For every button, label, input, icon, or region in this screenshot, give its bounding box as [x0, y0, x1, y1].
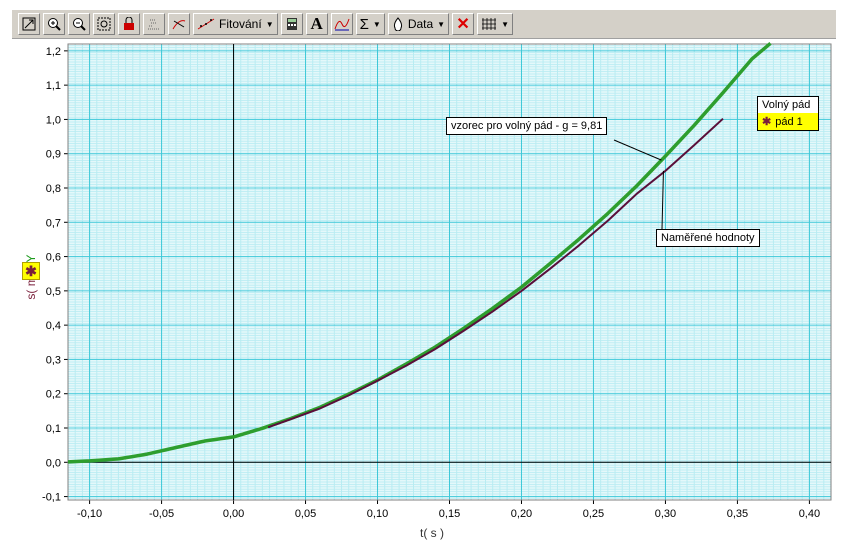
- x-tick-label: -0,05: [149, 508, 174, 520]
- x-tick-label: 0,05: [295, 508, 316, 520]
- y-tick-label: 1,1: [46, 80, 61, 92]
- x-tick-label: 0,00: [223, 508, 244, 520]
- y-tick-label: 0,8: [46, 183, 61, 195]
- y-tick-label: 0,4: [46, 320, 61, 332]
- x-tick-label: 0,15: [439, 508, 460, 520]
- x-tick-label: 0,25: [583, 508, 604, 520]
- asterisk-icon: ✱: [762, 116, 772, 128]
- y-tick-label: 0,9: [46, 149, 61, 161]
- y-tick-label: 0,1: [46, 423, 61, 435]
- model-callout[interactable]: vzorec pro volný pád - g = 9,81: [446, 117, 608, 135]
- x-axis-label: t( s ): [420, 526, 444, 540]
- y-tick-label: 0,5: [46, 286, 61, 298]
- x-tick-label: 0,30: [655, 508, 676, 520]
- legend-title: Volný pád: [762, 99, 811, 111]
- legend-item[interactable]: ✱ pád 1: [758, 113, 818, 130]
- y-tick-label: 0,7: [46, 217, 61, 229]
- x-tick-label: 0,35: [727, 508, 748, 520]
- y-tick-label: 1,0: [46, 114, 61, 126]
- y-tick-label: 0,2: [46, 389, 61, 401]
- x-tick-label: 0,40: [799, 508, 820, 520]
- x-tick-label: -0,10: [77, 508, 102, 520]
- y-tick-label: 0,6: [46, 252, 61, 264]
- x-tick-label: 0,20: [511, 508, 532, 520]
- y-tick-label: 0,3: [46, 354, 61, 366]
- measured-callout[interactable]: Naměřené hodnoty: [656, 229, 760, 247]
- y-tick-label: -0,1: [42, 492, 61, 504]
- y-tick-label: 1,2: [46, 46, 61, 58]
- legend-item-label: pád 1: [775, 115, 803, 128]
- y-tick-label: 0,0: [46, 457, 61, 469]
- x-tick-label: 0,10: [367, 508, 388, 520]
- chart-plot[interactable]: -0,10 -0,05 0,00 0,05 0,10 0,15 0,20 0,25 0,30 0,…: [0, 0, 859, 540]
- legend[interactable]: Volný pád ✱ pád 1: [757, 96, 819, 131]
